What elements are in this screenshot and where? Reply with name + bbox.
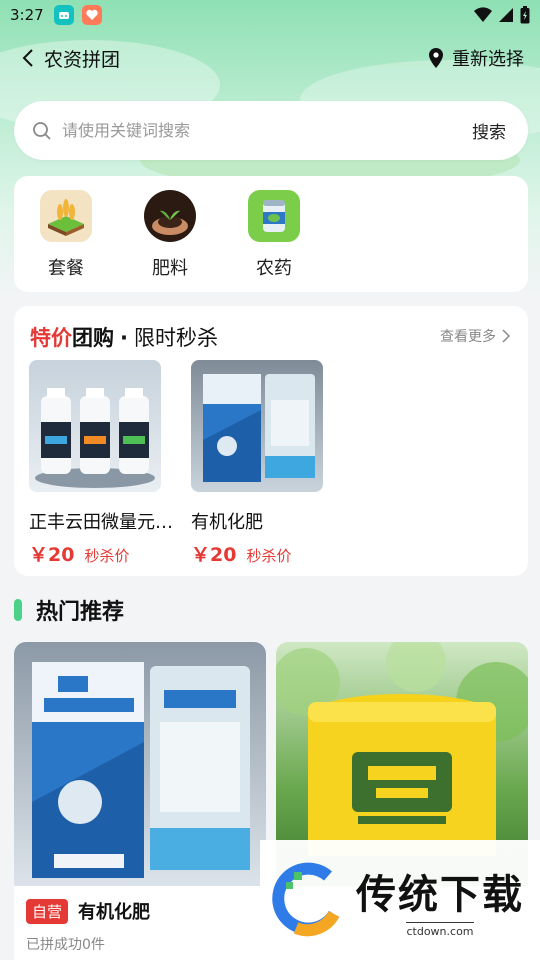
category-label: 农药: [256, 258, 292, 279]
deal-item[interactable]: 正丰云田微量元素... ￥20 秒杀价: [29, 360, 189, 567]
wifi-icon: [474, 7, 492, 23]
location-label: 重新选择: [452, 49, 524, 70]
signal-icon: [499, 8, 513, 22]
nav-bar: 农资拼团 重新选择: [0, 38, 540, 78]
product-image: [191, 360, 323, 492]
status-bar: 3:27: [0, 0, 540, 30]
heart-app-icon: [81, 5, 102, 25]
search-input[interactable]: [62, 121, 472, 140]
search-button[interactable]: 搜索: [472, 118, 506, 143]
deal-price-tag: 秒杀价: [84, 547, 130, 565]
pesticide-can-icon: [248, 190, 300, 242]
see-more-link[interactable]: 查看更多: [440, 326, 510, 346]
deal-item[interactable]: 有机化肥 ￥20 秒杀价: [191, 360, 351, 567]
deal-price-row: ￥20 秒杀价: [29, 540, 189, 567]
hot-section-header: 热门推荐: [14, 594, 124, 626]
chevron-left-icon: [22, 49, 33, 67]
watermark-url: ctdown.com: [406, 922, 474, 938]
product-card[interactable]: 自营 有机化肥 已拼成功0件: [14, 642, 266, 960]
hot-section-title: 热门推荐: [36, 600, 125, 625]
flash-sale-panel: 特价 团购 · 限时秒杀 查看更多 正丰云田微量元素... ￥20 秒杀价 有机…: [14, 306, 528, 576]
watermark-title: 传统下载: [356, 872, 524, 918]
category-item-pesticide[interactable]: 农药: [248, 190, 352, 292]
location-pin-icon: [429, 48, 443, 68]
flash-sale-subtitle: 限时秒杀: [133, 326, 218, 350]
product-image: [14, 642, 266, 886]
section-accent-bar: [14, 599, 22, 621]
watermark-logo: 传统下载 ctdown.com: [260, 840, 540, 960]
product-image: [29, 360, 161, 492]
search-bar: 搜索: [14, 101, 528, 160]
category-item-package[interactable]: 套餐: [40, 190, 144, 292]
self-operated-badge: 自营: [26, 898, 69, 924]
category-label: 套餐: [48, 258, 84, 279]
search-icon: [33, 121, 51, 140]
deal-item-name: 有机化肥: [191, 512, 263, 533]
deal-price: ￥20: [29, 544, 75, 566]
category-item-fertilizer[interactable]: 肥料: [144, 190, 248, 292]
flash-sale-separator: ·: [120, 326, 128, 350]
category-panel: 套餐 肥料 农药: [14, 176, 528, 292]
app-notification-icon: [53, 5, 74, 25]
product-sold-count: 已拼成功0件: [26, 937, 105, 953]
deal-price: ￥20: [191, 544, 237, 566]
flash-sale-title-red: 特价: [30, 326, 72, 350]
location-select-button[interactable]: 重新选择: [428, 45, 524, 71]
chevron-right-icon: [502, 329, 510, 343]
back-button[interactable]: [16, 46, 40, 70]
deal-price-tag: 秒杀价: [246, 547, 292, 565]
flash-sale-title: 特价 团购 · 限时秒杀: [30, 322, 218, 352]
ctdown-logo-icon: [272, 862, 348, 938]
see-more-label: 查看更多: [440, 329, 496, 345]
grain-field-icon: [40, 190, 92, 242]
status-time: 3:27: [10, 6, 44, 24]
category-label: 肥料: [152, 258, 188, 279]
deal-price-row: ￥20 秒杀价: [191, 540, 351, 567]
product-name: 有机化肥: [78, 902, 151, 923]
page-title: 农资拼团: [44, 48, 121, 71]
flash-sale-title-black: 团购: [72, 326, 114, 350]
battery-icon: [520, 6, 530, 24]
deal-item-name: 正丰云田微量元素...: [29, 512, 185, 533]
soil-hands-icon: [144, 190, 196, 242]
